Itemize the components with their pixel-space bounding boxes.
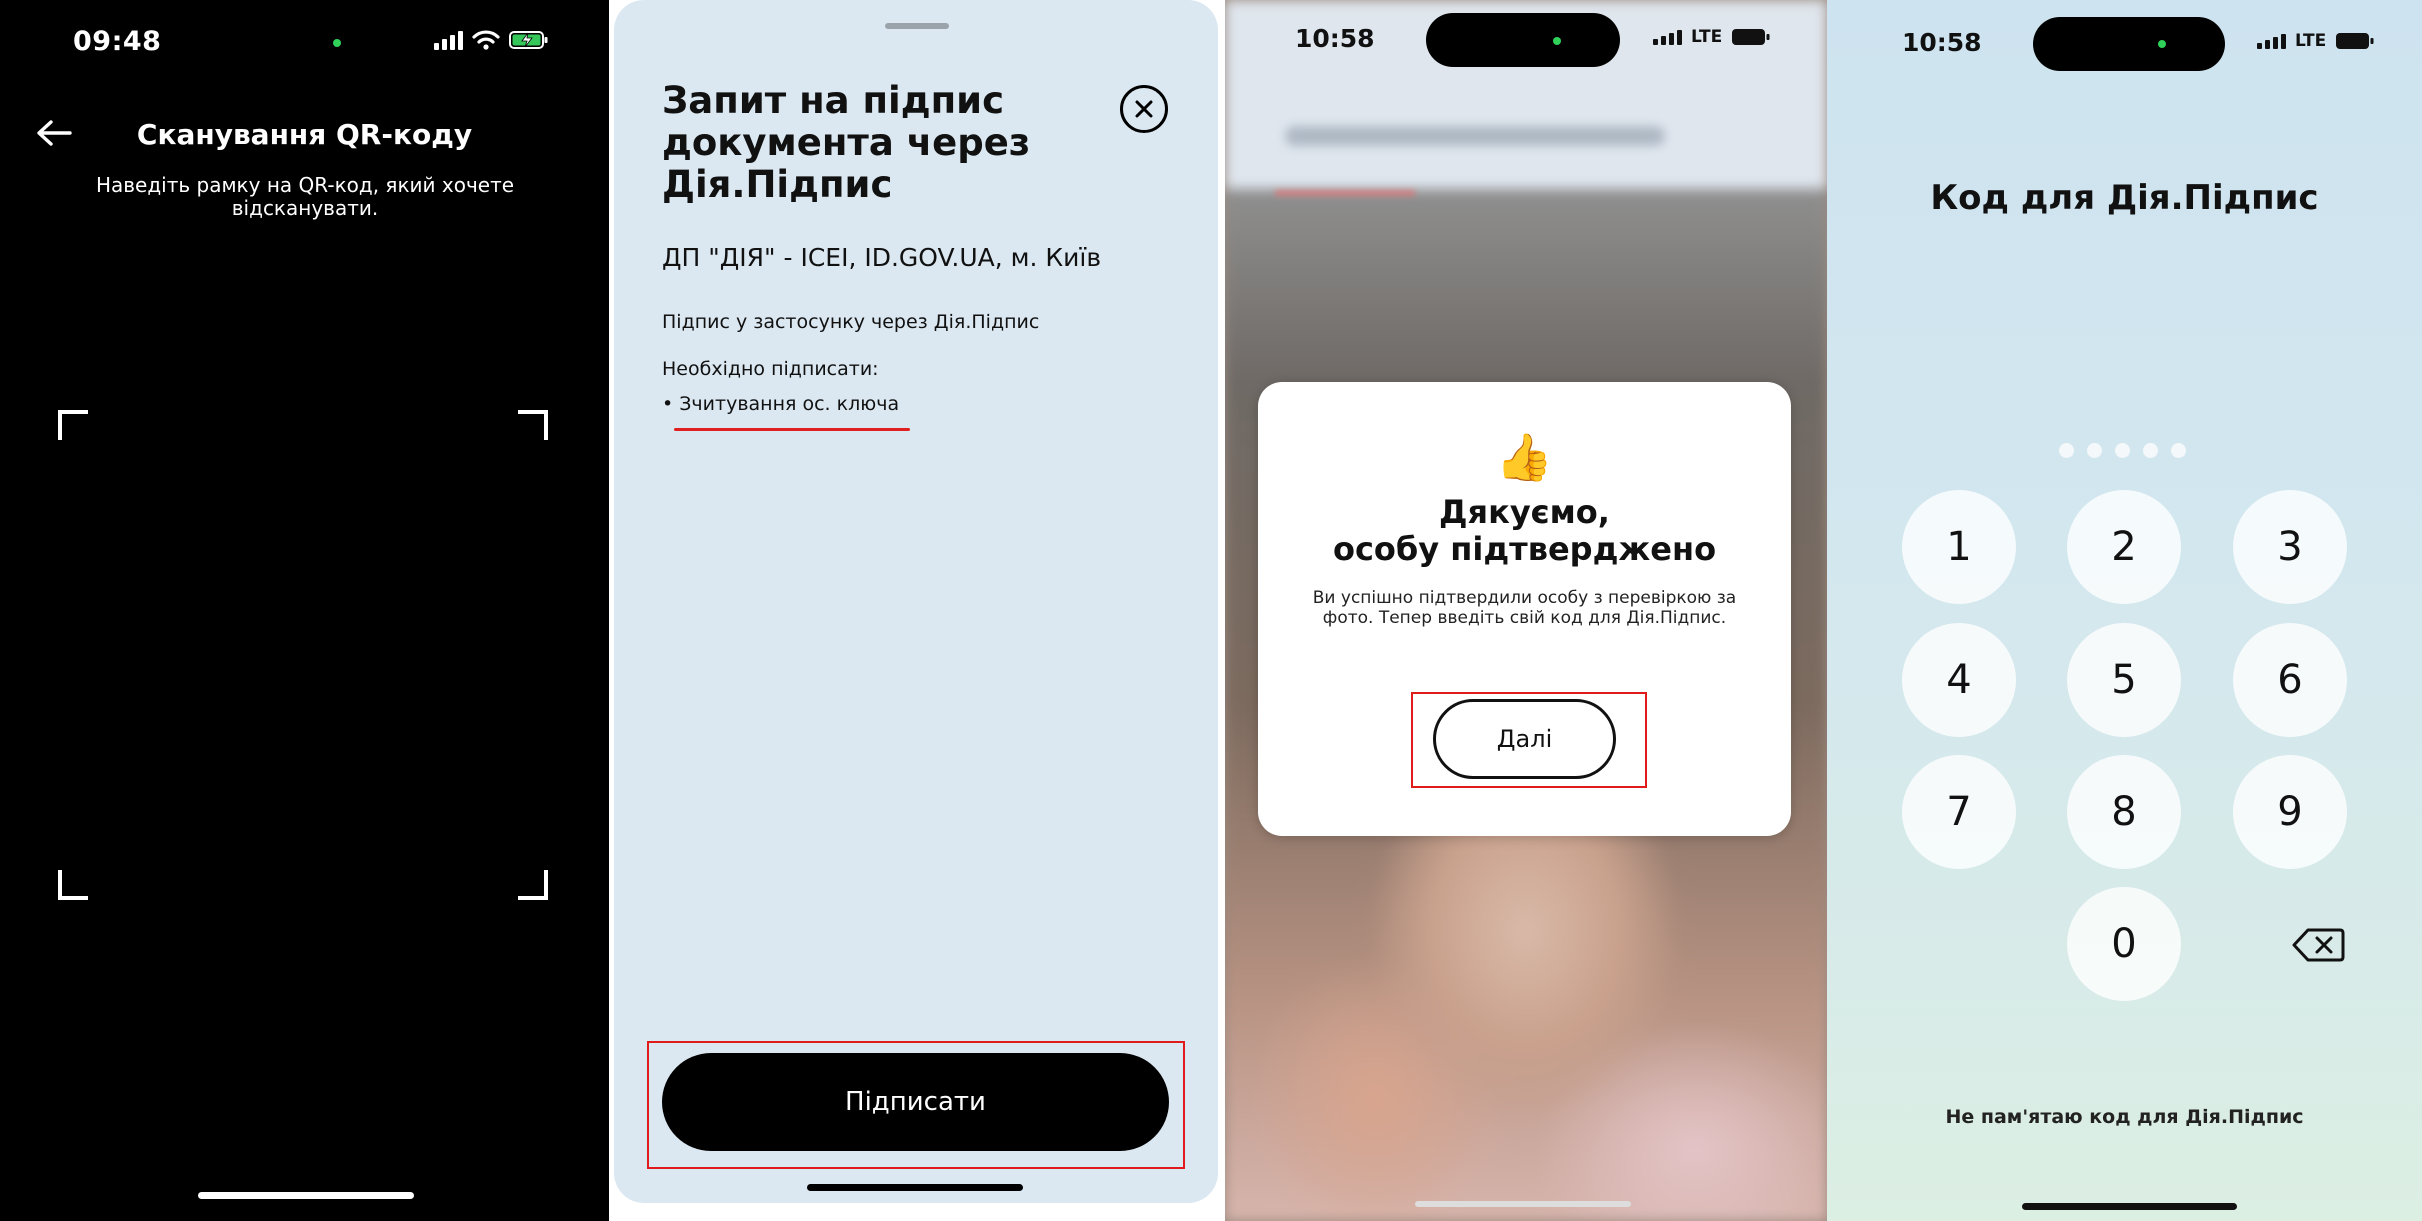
privacy-indicator-dot [2158,40,2166,48]
scan-hint: Наведіть рамку на QR-код, який хочете ві… [95,173,515,220]
qr-viewfinder[interactable] [58,410,548,900]
viewfinder-corner [58,870,88,900]
viewfinder-corner [58,410,88,440]
viewfinder-corner [518,870,548,900]
keypad-key-9[interactable]: 9 [2233,755,2347,869]
blurred-progress [1275,190,1415,196]
keypad-key-1[interactable]: 1 [1902,490,2016,604]
close-circle-icon[interactable] [1120,85,1168,133]
network-type: LTE [1691,27,1723,47]
keypad-key-2[interactable]: 2 [2067,490,2181,604]
dynamic-island [2033,17,2225,71]
privacy-indicator-dot [333,39,341,47]
status-time: 10:58 [1295,24,1375,53]
status-icons [434,30,549,50]
confirmation-card: 👍 Дякуємо, особу підтверджено Ви успішно… [1258,382,1791,836]
status-icons: LTE [1653,27,1771,47]
home-indicator[interactable] [807,1184,1023,1191]
qr-scan-screen: 09:48 Сканування QR-коду Наведіть рамку … [0,0,609,1221]
page-title: Код для Дія.Підпис [1930,178,2319,218]
signal-icon [2257,33,2286,49]
thumbs-up-icon: 👍 [1495,430,1554,484]
heading-line: особу підтверджено [1332,530,1717,568]
keypad-key-4[interactable]: 4 [1902,623,2016,737]
highlight-underline [674,428,910,431]
pin-dot [2115,443,2130,458]
dynamic-island [1426,13,1620,67]
signal-icon [434,31,463,50]
keypad-key-0[interactable]: 0 [2067,887,2181,1001]
confirmation-text: Ви успішно підтвердили особу з перевірко… [1312,588,1737,628]
confirmation-heading: Дякуємо, особу підтверджено [1258,494,1791,568]
network-type: LTE [2295,31,2327,51]
pin-code-screen: 10:58 LTE Код для Дія.Підпис 1 2 3 4 5 6… [1827,0,2422,1221]
status-icons: LTE [2257,31,2375,51]
pin-dots [2059,443,2186,458]
battery-icon [2336,33,2374,49]
page-title: Сканування QR-коду [136,118,473,151]
status-time: 09:48 [73,26,162,57]
status-time: 10:58 [1902,28,1982,57]
heading-line: Дякуємо, [1439,493,1610,531]
next-button[interactable]: Далі [1433,699,1616,779]
sign-description: Підпис у застосунку через Дія.Підпис [662,311,1040,333]
privacy-indicator-dot [1553,37,1561,45]
list-item: • Зчитування ос. ключа [662,393,900,415]
keypad-key-6[interactable]: 6 [2233,623,2347,737]
signal-icon [1653,29,1682,45]
pin-dot [2143,443,2158,458]
pin-dot [2087,443,2102,458]
organization-name: ДП "ДІЯ" - ICEI, ID.GOV.UA, м. Київ [662,243,1102,272]
sign-request-sheet: Запит на підпис документа через Дія.Підп… [614,0,1218,1203]
pin-dot [2059,443,2074,458]
home-indicator[interactable] [1415,1201,1631,1207]
keypad-key-8[interactable]: 8 [2067,755,2181,869]
battery-icon [1732,29,1770,45]
blurred-header [1285,126,1665,146]
battery-charging-icon [509,31,548,49]
sheet-grabber[interactable] [885,23,949,29]
forgot-code-link[interactable]: Не пам'ятаю код для Дія.Підпис [1827,1106,2422,1128]
viewfinder-corner [518,410,548,440]
home-indicator[interactable] [2022,1203,2237,1210]
keypad-key-5[interactable]: 5 [2067,623,2181,737]
wifi-icon [472,30,500,50]
keypad-key-7[interactable]: 7 [1902,755,2016,869]
keypad-key-3[interactable]: 3 [2233,490,2347,604]
sign-button[interactable]: Підписати [662,1053,1169,1151]
backspace-icon[interactable] [2261,888,2375,1002]
home-indicator[interactable] [198,1192,414,1199]
photo-check-screen: 10:58 LTE 👍 Дякуємо, особу підтверджено … [1225,0,1827,1221]
pin-dot [2171,443,2186,458]
sheet-title: Запит на підпис документа через Дія.Підп… [662,79,1031,206]
need-to-sign-label: Необхідно підписати: [662,358,879,380]
